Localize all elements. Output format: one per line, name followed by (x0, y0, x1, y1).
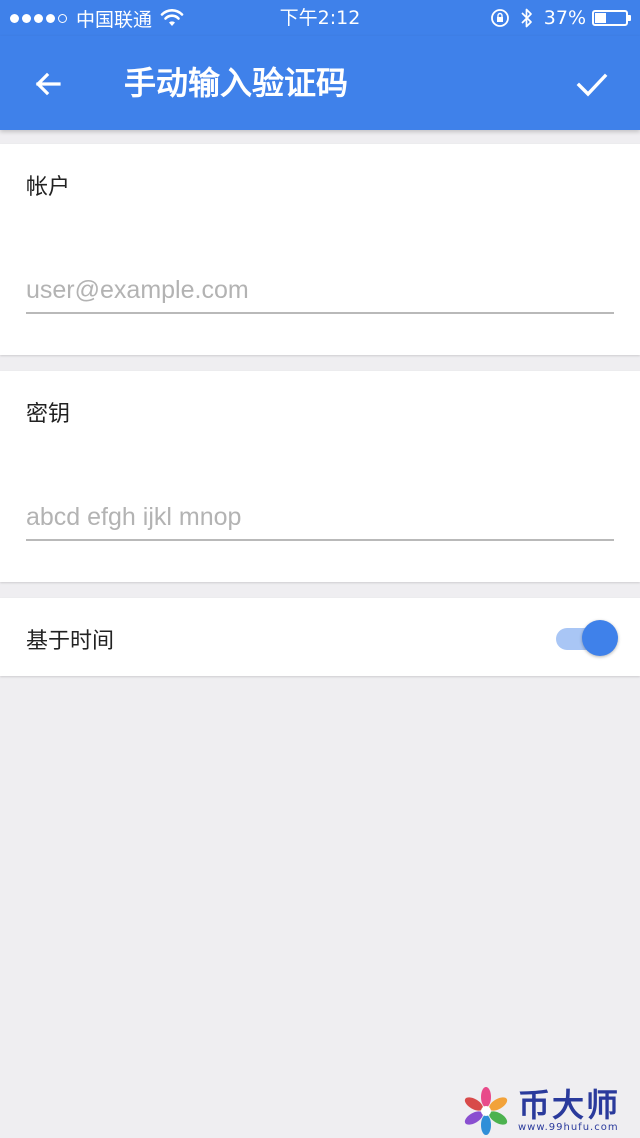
flower-logo-icon (464, 1087, 508, 1135)
watermark-url: www.99hufu.com (517, 1122, 619, 1133)
watermark-brand: 币大师 (517, 1086, 620, 1124)
account-input[interactable] (26, 268, 614, 314)
watermark-text: 币大师 www.99hufu.com (518, 1088, 620, 1134)
key-label: 密钥 (26, 402, 71, 427)
carrier-name: 中国联通 (76, 8, 153, 31)
watermark: 币大师 www.99hufu.com (458, 1086, 620, 1136)
check-icon (576, 73, 608, 97)
key-input[interactable] (26, 495, 614, 541)
account-label: 帐户 (26, 175, 71, 200)
status-bar: 中国联通 下午2:12 37% (0, 0, 640, 36)
status-right: 37% (480, 0, 631, 36)
key-card: 密钥 (0, 371, 640, 582)
rotation-lock-icon (490, 8, 510, 28)
page-title: 手动输入验证码 (124, 64, 349, 102)
time-based-toggle[interactable] (556, 620, 618, 656)
time-based-label: 基于时间 (26, 629, 115, 654)
status-left: 中国联通 (10, 0, 184, 36)
confirm-button[interactable] (568, 60, 616, 108)
back-button[interactable] (24, 60, 72, 108)
arrow-left-icon (35, 72, 61, 96)
signal-strength-icon (10, 13, 70, 23)
battery-fill (595, 13, 606, 23)
wifi-icon (160, 9, 184, 27)
toggle-thumb (582, 620, 618, 656)
app-bar: 手动输入验证码 (0, 36, 640, 130)
bluetooth-icon (520, 7, 534, 29)
time-based-card: 基于时间 (0, 598, 640, 676)
battery-icon (592, 10, 631, 26)
account-card: 帐户 (0, 144, 640, 355)
battery-percent: 37% (543, 7, 586, 29)
